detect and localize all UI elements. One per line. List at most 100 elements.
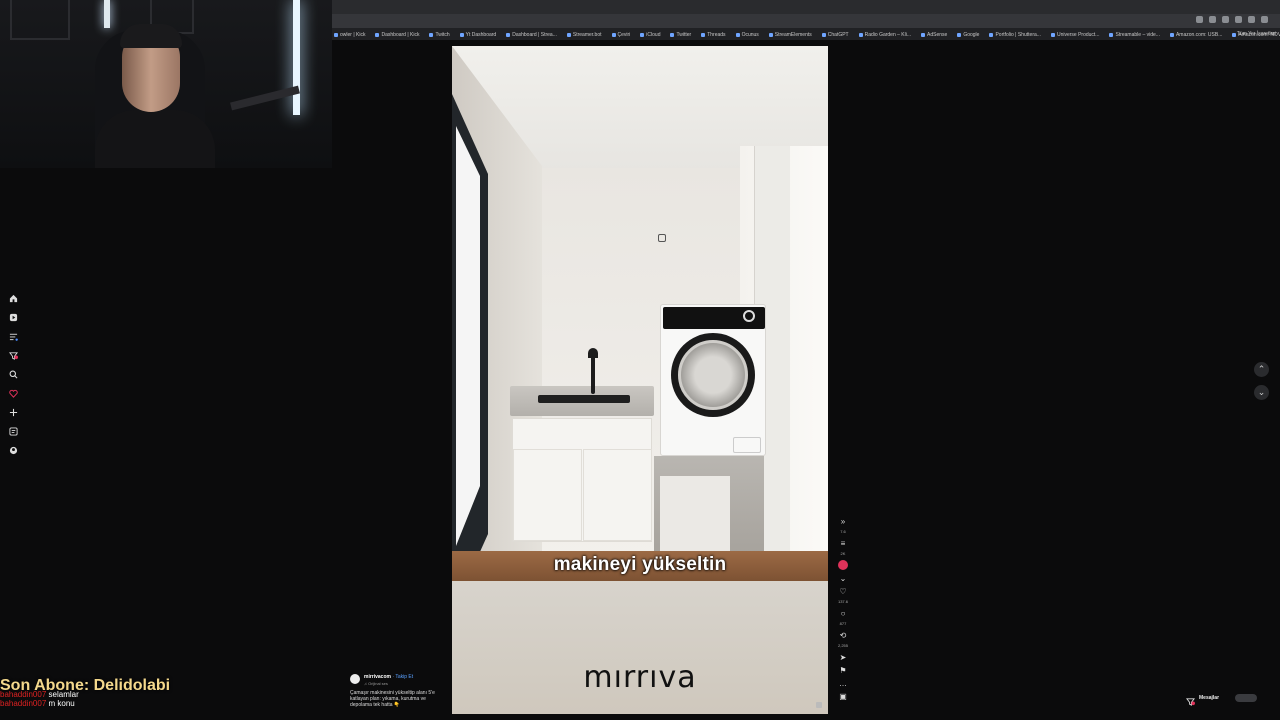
- search-icon[interactable]: [9, 366, 18, 379]
- bookmark-label: Streamer.bot: [572, 31, 602, 38]
- bookmark-item[interactable]: Çeviri: [611, 29, 631, 40]
- bookmark-item[interactable]: Amazon.com: USB...: [1169, 29, 1223, 40]
- post-description: Çamaşır makinesini yükseltip alanı 5'e k…: [350, 690, 435, 708]
- bookmark-item[interactable]: Dashboard | Kick: [375, 29, 419, 40]
- extension-icons: [1196, 16, 1268, 23]
- bookmark-item[interactable]: Ocunus: [735, 29, 759, 40]
- home-icon[interactable]: [9, 290, 18, 303]
- detergent-drawer: [733, 437, 761, 453]
- bookmark-icon: [334, 32, 338, 37]
- repost-count: 2,255: [837, 643, 848, 648]
- bookmark-item[interactable]: Google: [957, 29, 979, 40]
- collapse-icon[interactable]: »: [838, 516, 848, 526]
- washer-drum: [678, 340, 748, 410]
- repost-icon[interactable]: ⟲: [838, 630, 848, 640]
- address-bar[interactable]: [332, 14, 1280, 28]
- extension-icon[interactable]: [1261, 16, 1268, 23]
- bookmark-label: Streamable – vide...: [1115, 31, 1160, 38]
- bookmark-label: Google: [963, 31, 980, 38]
- extension-icon[interactable]: [1209, 16, 1216, 23]
- like-count: 137.6: [837, 599, 848, 604]
- follow-link[interactable]: · Takip Et: [392, 674, 413, 680]
- washing-machine: [660, 304, 766, 456]
- post-sound[interactable]: ♫ Orijinal ses: [364, 681, 388, 686]
- webcam-overlay: [0, 0, 332, 168]
- message-icon[interactable]: [8, 423, 18, 436]
- bookmark-icon[interactable]: ⚑: [838, 665, 848, 675]
- video-player[interactable]: makineyi yükseltin mırrıva: [452, 46, 828, 714]
- messages-label: Mesajlar: [1199, 694, 1220, 701]
- bookmark-item[interactable]: Portfolio | Shuttera...: [989, 29, 1041, 40]
- all-bookmarks[interactable]: Tüm Yer İşaretleri: [1237, 31, 1276, 37]
- bookmark-icon: [821, 32, 826, 37]
- video-icon[interactable]: [9, 309, 18, 322]
- bookmark-item[interactable]: Streamable – vide...: [1109, 29, 1160, 40]
- list-icon[interactable]: [9, 328, 18, 341]
- share-icon[interactable]: ➤: [838, 652, 848, 662]
- streamer-body: [95, 110, 215, 168]
- bookmark-item[interactable]: Threads: [701, 29, 726, 40]
- chat-message: bahaddin007 m konu: [0, 699, 79, 708]
- extension-icon[interactable]: [1235, 16, 1242, 23]
- cursor-icon: [658, 234, 666, 242]
- send-icon: [1186, 693, 1195, 706]
- creator-avatar[interactable]: [838, 560, 848, 570]
- rail-count: 7.6: [840, 529, 846, 534]
- bookmark-item[interactable]: Twitter: [670, 29, 691, 40]
- bookmark-label: Radio Garden – Kli...: [864, 31, 912, 38]
- cabinet-door: [513, 449, 582, 541]
- chevron-down-icon[interactable]: ⌄: [838, 573, 848, 583]
- avatar[interactable]: [350, 674, 360, 684]
- bookmark-item[interactable]: Yt Dashboard: [459, 29, 496, 40]
- bookmark-label: Çeviri: [617, 31, 631, 38]
- messages-button[interactable]: Mesajlar: [1186, 693, 1258, 706]
- profile-icon[interactable]: [9, 442, 18, 455]
- tab-strip[interactable]: [332, 0, 1280, 14]
- bookmark-item[interactable]: Twitch: [429, 29, 450, 40]
- extension-icon[interactable]: [1196, 16, 1203, 23]
- bookmark-item[interactable]: AdSense: [921, 29, 947, 40]
- bookmark-icon: [921, 32, 926, 37]
- chevron-down-icon[interactable]: ⌄: [1254, 385, 1269, 400]
- heart-icon[interactable]: [8, 385, 18, 398]
- chevron-up-icon[interactable]: ⌃: [1254, 362, 1269, 377]
- inbox-icon[interactable]: [8, 347, 18, 360]
- bookmark-item[interactable]: Dashboard | Strea...: [506, 29, 557, 40]
- bookmark-label: Dashboard | Strea...: [512, 31, 557, 38]
- audio-icon[interactable]: ▣: [838, 691, 848, 701]
- bookmark-icon: [640, 32, 645, 37]
- bookmark-item[interactable]: Universe Product...: [1050, 29, 1099, 40]
- chat-username: bahaddin007: [0, 690, 47, 699]
- mute-icon[interactable]: [816, 702, 822, 708]
- bookmark-icon: [429, 32, 434, 37]
- sink-cabinet: [512, 418, 652, 542]
- video-watermark: mırrıva: [583, 660, 697, 695]
- bookmark-label: iCloud: [646, 31, 661, 38]
- like-icon[interactable]: ♡: [838, 586, 848, 596]
- bookmark-item[interactable]: StreamElements: [768, 29, 812, 40]
- nav-arrows: ⌃ ⌄: [1254, 362, 1269, 400]
- chat-text: selamlar: [48, 690, 79, 699]
- bookmark-icon: [566, 32, 571, 37]
- extension-icon[interactable]: [1248, 16, 1255, 23]
- bookmark-icon: [459, 32, 464, 37]
- bookmark-icon: [957, 32, 962, 37]
- stats-icon[interactable]: ≡: [838, 538, 848, 548]
- bookmark-item[interactable]: Streamer.bot: [566, 29, 602, 40]
- post-username[interactable]: mirrivacom: [364, 674, 391, 680]
- more-icon[interactable]: …: [838, 678, 848, 688]
- bookmark-icon: [1109, 32, 1114, 37]
- light-tube: [293, 0, 300, 115]
- bookmark-label: owler | Kick: [340, 31, 366, 38]
- bookmark-item[interactable]: Radio Garden – Kli...: [858, 29, 912, 40]
- bookmark-label: Amazon.com: USB...: [1175, 31, 1223, 38]
- comment-icon[interactable]: ○: [838, 608, 848, 618]
- bookmark-item[interactable]: ChatGPT: [821, 29, 849, 40]
- chat-overlay: bahaddin007 selamlar bahaddin007 m konu: [0, 690, 79, 708]
- light-tube: [104, 0, 110, 28]
- window-glass: [456, 126, 480, 546]
- extension-icon[interactable]: [1222, 16, 1229, 23]
- bookmark-item[interactable]: owler | Kick: [334, 29, 365, 40]
- bookmark-item[interactable]: iCloud: [640, 29, 660, 40]
- plus-icon[interactable]: [9, 404, 18, 417]
